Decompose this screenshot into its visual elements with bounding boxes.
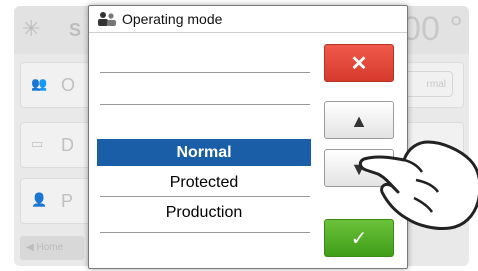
mode-option-protected[interactable]: Protected [97,169,311,196]
logo-icon: ✳ [22,16,41,41]
background-title: S [69,20,82,40]
background-row-label: O [61,75,76,95]
list-divider [100,196,310,197]
dialog-title: Operating mode [122,11,223,27]
list-divider [100,232,310,233]
list-divider [100,104,310,105]
home-button: ◀ Home [20,236,84,260]
id-card-icon: ▭ [31,136,44,151]
dialog-title-bar: Operating mode [89,6,407,33]
mode-option-production[interactable]: Production [97,199,311,226]
mode-option-normal[interactable]: Normal [97,139,311,166]
background-row-label: D [61,135,74,155]
users-icon [98,12,116,26]
mode-option-empty-2[interactable] [97,78,311,105]
cancel-button[interactable]: ✕ [324,44,394,82]
list-divider [100,72,310,73]
pointing-hand-icon [358,140,478,230]
person-icon: 👥 [31,76,48,91]
background-row-label: P [61,191,74,211]
mode-option-empty-1[interactable] [97,42,311,69]
close-icon: ✕ [350,53,368,75]
device-frame: ✳ S 700 ° 👥 O rmal ▭ D 👤 P ◀ Home Operat… [0,0,478,271]
person-icon: 👤 [31,192,48,207]
